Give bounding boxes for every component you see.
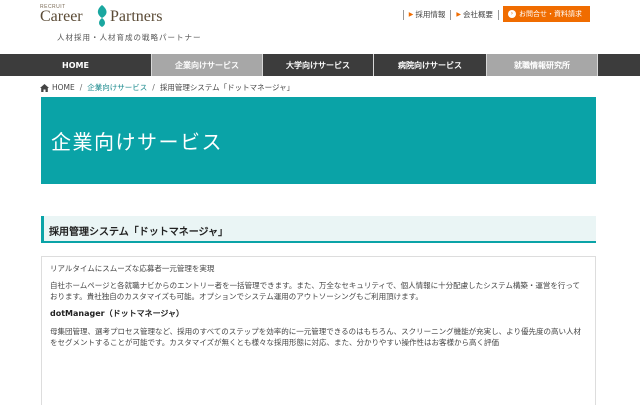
- triangle-bullet-icon: ▶: [408, 11, 414, 18]
- util-link-label: 会社概要: [463, 10, 493, 19]
- triangle-bullet-icon: ▶: [456, 11, 461, 18]
- heading-accent-bar: [41, 216, 44, 243]
- contact-request-button[interactable]: › お問合せ・資料請求: [503, 6, 590, 22]
- util-link-company[interactable]: ▶ 会社概要: [456, 9, 493, 20]
- nav-item-home[interactable]: HOME: [0, 54, 151, 76]
- page-title: 企業向けサービス: [51, 130, 223, 154]
- home-icon: [40, 83, 49, 92]
- util-divider: [402, 9, 404, 20]
- nav-divider: [486, 54, 487, 76]
- util-divider: [498, 9, 499, 20]
- breadcrumb-separator: /: [79, 83, 83, 92]
- arrow-circle-icon: ›: [508, 10, 516, 18]
- util-divider: [450, 9, 452, 20]
- nav-item-university[interactable]: 大学向けサービス: [263, 54, 373, 76]
- section-title: 採用管理システム「ドットマネージャ」: [49, 227, 228, 238]
- lead-text: リアルタイムにスムーズな応募者一元管理を実現: [50, 264, 215, 273]
- nav-item-hospital[interactable]: 病院向けサービス: [374, 54, 486, 76]
- nav-divider: [373, 54, 374, 76]
- nav-item-research[interactable]: 就職情報研究所: [487, 54, 597, 76]
- logo-mark-icon: [97, 5, 107, 27]
- nav-divider: [597, 54, 598, 76]
- section-heading: 採用管理システム「ドットマネージャ」: [41, 216, 596, 243]
- tagline: 人材採用・人材育成の戦略パートナー: [57, 33, 202, 42]
- product-paragraph: 母集団管理、選考プロセス管理など、採用のすべてのステップを効率的に一元管理できる…: [50, 327, 581, 347]
- utility-links: ▶ 採用情報 ▶ 会社概要: [398, 9, 504, 20]
- util-link-recruit[interactable]: ▶ 採用情報: [409, 9, 446, 20]
- util-link-label: 採用情報: [415, 10, 446, 19]
- intro-paragraph: 自社ホームページと各就職ナビからのエントリー者を一括管理できます。また、万全なセ…: [50, 281, 581, 301]
- breadcrumb-home[interactable]: HOME: [52, 83, 75, 92]
- content-box: リアルタイムにスムーズな応募者一元管理を実現 自社ホームページと各就職ナビからの…: [41, 256, 596, 405]
- breadcrumb-corporate[interactable]: 企業向けサービス: [87, 82, 147, 93]
- logo-word-career: Career: [40, 8, 83, 25]
- nav-divider: [151, 54, 152, 76]
- hero-banner: 企業向けサービス: [41, 97, 596, 184]
- global-nav: HOME 企業向けサービス 大学向けサービス 病院向けサービス 就職情報研究所: [0, 54, 640, 76]
- logo-word-partners: Partners: [110, 8, 163, 25]
- nav-divider: [262, 54, 263, 76]
- product-subheading: dotManager（ドットマネージャ）: [50, 309, 185, 318]
- nav-item-corporate[interactable]: 企業向けサービス: [152, 54, 262, 76]
- cta-label: お問合せ・資料請求: [519, 10, 582, 18]
- site-header: RECRUIT Career Partners 人材採用・人材育成の戦略パートナ…: [0, 0, 640, 54]
- breadcrumb: HOME / 企業向けサービス / 採用管理システム「ドットマネージャ」: [40, 82, 294, 93]
- breadcrumb-separator: /: [152, 83, 155, 92]
- breadcrumb-current: 採用管理システム「ドットマネージャ」: [159, 83, 295, 92]
